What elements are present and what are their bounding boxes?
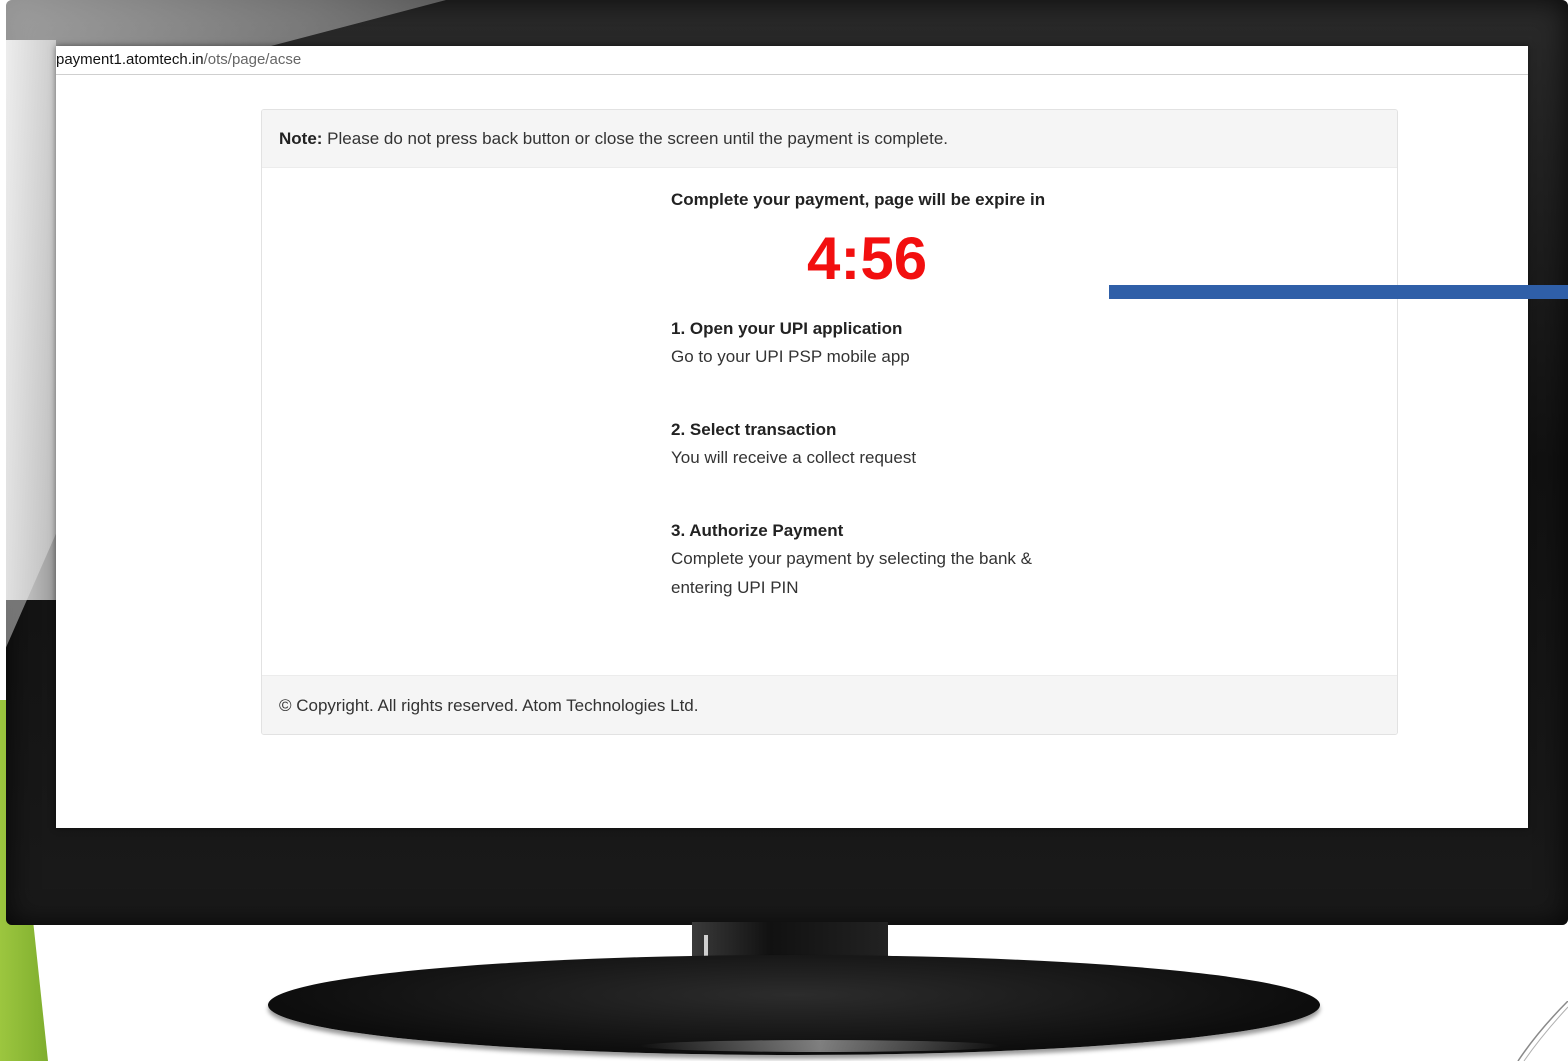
step-description-continued: entering UPI PIN: [671, 578, 799, 597]
slide-corner-curl-icon: [1517, 1001, 1568, 1061]
address-bar[interactable]: payment1.atomtech.in/ots/page/acse: [56, 46, 1528, 75]
step-authorize-payment: 3. Authorize Payment Complete your payme…: [671, 518, 1071, 602]
countdown-timer: 4:56: [807, 225, 928, 292]
note-text: Please do not press back button or close…: [322, 129, 949, 148]
step-title: 3. Authorize Payment: [671, 521, 844, 540]
monitor-screen: payment1.atomtech.in/ots/page/acse Note:…: [56, 46, 1528, 828]
step-select-transaction: 2. Select transaction You will receive a…: [671, 417, 1071, 472]
step-description: You will receive a collect request: [671, 448, 917, 467]
step-description: Complete your payment by selecting the b…: [671, 549, 1032, 568]
slide-canvas: payment1.atomtech.in/ots/page/acse Note:…: [0, 0, 1568, 1061]
expire-title: Complete your payment, page will be expi…: [671, 190, 1046, 209]
monitor-glare: [6, 40, 56, 600]
copyright-footer: © Copyright. All rights reserved. Atom T…: [262, 675, 1397, 734]
note-banner: Note: Please do not press back button or…: [262, 110, 1397, 168]
step-title: 2. Select transaction: [671, 420, 837, 439]
base-shine: [640, 1040, 1000, 1052]
payment-card: Note: Please do not press back button or…: [261, 109, 1398, 735]
step-open-upi: 1. Open your UPI application Go to your …: [671, 316, 1071, 371]
url-path: /ots/page/acse: [203, 51, 302, 68]
annotation-line: [1109, 285, 1568, 299]
step-title: 1. Open your UPI application: [671, 319, 903, 338]
step-description: Go to your UPI PSP mobile app: [671, 347, 910, 366]
note-label: Note:: [279, 129, 323, 148]
url-host: payment1.atomtech.in: [56, 51, 204, 68]
payment-instructions: Complete your payment, page will be expi…: [671, 190, 1071, 602]
card-body: Complete your payment, page will be expi…: [262, 168, 1397, 675]
